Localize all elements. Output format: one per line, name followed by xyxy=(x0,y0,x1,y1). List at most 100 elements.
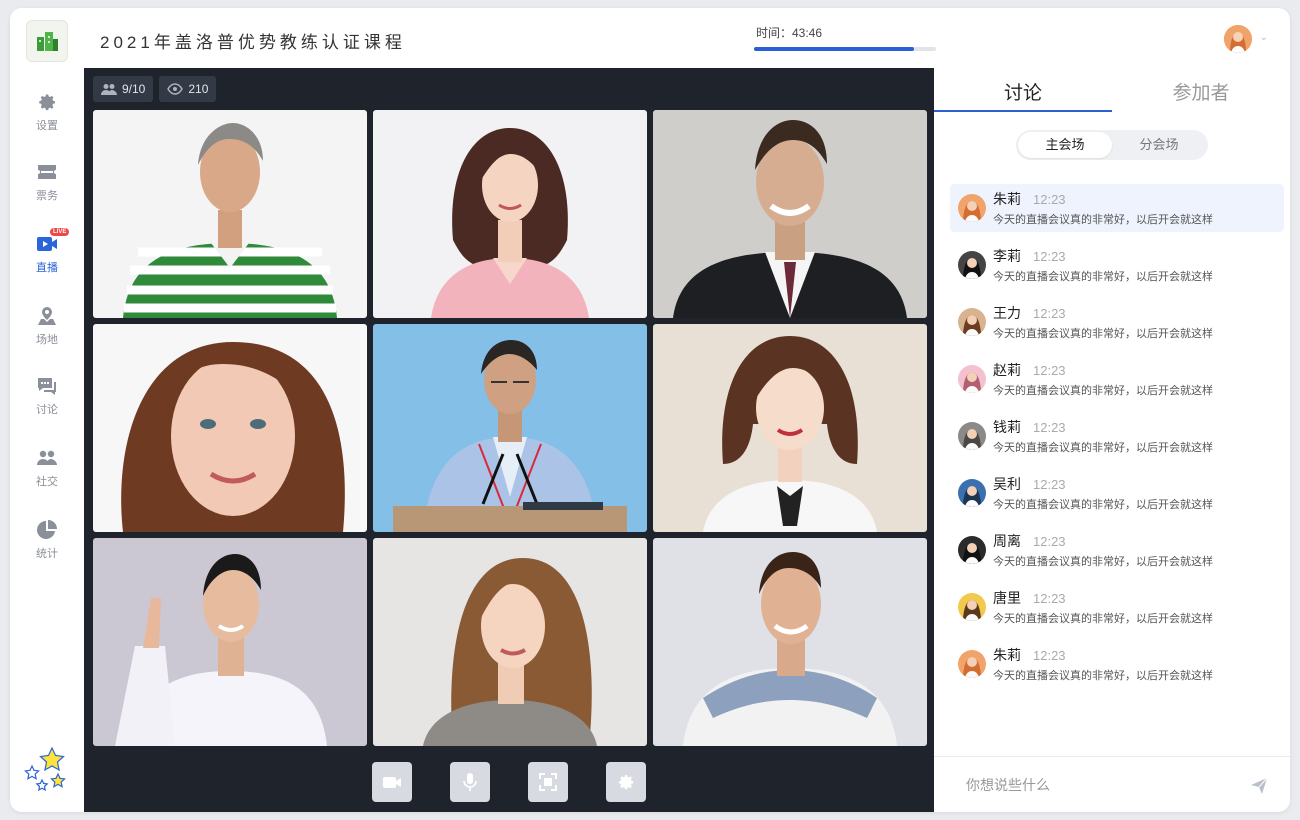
avatar xyxy=(958,194,986,222)
avatar-image xyxy=(1224,25,1252,53)
message-input[interactable] xyxy=(966,776,1226,793)
discussion-panel: 讨论 参加者 主会场 分会场 朱莉 12:23 今天的直播会议真的非常好，以后开会就… xyxy=(934,68,1290,812)
sidebar-item-label: 设置 xyxy=(36,120,58,132)
camera-icon xyxy=(383,777,401,788)
message-time: 12:23 xyxy=(1033,306,1066,321)
session-timer: 时间：43:46 xyxy=(754,24,936,51)
tab-participants[interactable]: 参加者 xyxy=(1112,68,1290,112)
sidebar-item-stats[interactable]: 统计 xyxy=(10,518,84,574)
app-window: 设置 票务 LIVE 直播 场地 讨论 社交 统计 2021年盖洛普优势教练认证… xyxy=(10,8,1290,812)
avatar xyxy=(958,422,986,450)
microphone-button[interactable] xyxy=(450,762,490,802)
message-text: 今天的直播会议真的非常好，以后开会就这样 xyxy=(993,613,1213,625)
message-author: 唐里 xyxy=(993,590,1021,606)
panel-tabs: 讨论 参加者 xyxy=(934,68,1290,112)
video-tile[interactable] xyxy=(93,110,367,318)
sidebar-item-settings[interactable]: 设置 xyxy=(10,90,84,146)
participant-video xyxy=(373,324,647,532)
participant-video xyxy=(653,324,927,532)
video-tile[interactable] xyxy=(93,324,367,532)
sidebar-item-tickets[interactable]: 票务 xyxy=(10,160,84,216)
participant-video xyxy=(93,324,367,532)
fullscreen-icon xyxy=(539,773,557,791)
video-tile[interactable] xyxy=(653,538,927,746)
message-item[interactable]: 吴利 12:23 今天的直播会议真的非常好，以后开会就这样 xyxy=(950,469,1284,517)
message-item[interactable]: 王力 12:23 今天的直播会议真的非常好，以后开会就这样 xyxy=(950,298,1284,346)
participant-video xyxy=(653,538,927,746)
camera-button[interactable] xyxy=(372,762,412,802)
sidebar-item-discussion[interactable]: 讨论 xyxy=(10,374,84,430)
chevron-down-icon[interactable]: ⌄ xyxy=(1260,32,1268,43)
sidebar-item-label: 票务 xyxy=(36,190,58,202)
participant-video xyxy=(653,110,927,318)
message-text: 今天的直播会议真的非常好，以后开会就这样 xyxy=(993,670,1213,682)
fullscreen-button[interactable] xyxy=(528,762,568,802)
video-tile[interactable] xyxy=(373,538,647,746)
message-time: 12:23 xyxy=(1033,591,1066,606)
segment-sub-venue[interactable]: 分会场 xyxy=(1112,132,1206,158)
message-text: 今天的直播会议真的非常好，以后开会就这样 xyxy=(993,385,1213,397)
message-item[interactable]: 唐里 12:23 今天的直播会议真的非常好，以后开会就这样 xyxy=(950,583,1284,631)
video-tile[interactable] xyxy=(373,110,647,318)
sidebar-item-live[interactable]: LIVE 直播 xyxy=(10,228,84,288)
app-logo[interactable] xyxy=(26,20,68,62)
video-tile[interactable] xyxy=(653,110,927,318)
avatar xyxy=(958,536,986,564)
message-text: 今天的直播会议真的非常好，以后开会就这样 xyxy=(993,442,1213,454)
message-time: 12:23 xyxy=(1033,249,1066,264)
participants-stat: 9/10 xyxy=(93,76,154,102)
message-text: 今天的直播会议真的非常好，以后开会就这样 xyxy=(993,556,1213,568)
message-author: 朱莉 xyxy=(993,191,1021,207)
sidebar-item-label: 直播 xyxy=(36,262,58,274)
participant-video xyxy=(373,110,647,318)
video-tile[interactable] xyxy=(93,538,367,746)
eye-icon xyxy=(167,83,184,95)
video-stage: 9/10 210 xyxy=(84,68,934,812)
ticket-icon xyxy=(38,165,56,179)
message-author: 周离 xyxy=(993,533,1021,549)
message-time: 12:23 xyxy=(1033,648,1066,663)
message-text: 今天的直播会议真的非常好，以后开会就这样 xyxy=(993,214,1213,226)
message-item[interactable]: 赵莉 12:23 今天的直播会议真的非常好，以后开会就这样 xyxy=(950,355,1284,403)
participant-video xyxy=(93,110,367,318)
avatar xyxy=(958,365,986,393)
location-icon xyxy=(38,307,56,325)
message-item[interactable]: 朱莉 12:23 今天的直播会议真的非常好，以后开会就这样 xyxy=(950,640,1284,688)
message-item[interactable]: 钱莉 12:23 今天的直播会议真的非常好，以后开会就这样 xyxy=(950,412,1284,460)
message-time: 12:23 xyxy=(1033,477,1066,492)
sidebar-item-label: 社交 xyxy=(36,476,58,488)
message-time: 12:23 xyxy=(1033,534,1066,549)
message-text: 今天的直播会议真的非常好，以后开会就这样 xyxy=(993,328,1213,340)
timer-label: 时间：43:46 xyxy=(756,26,823,40)
participants-count: 9/10 xyxy=(122,82,146,96)
message-author: 李莉 xyxy=(993,248,1021,264)
video-tile[interactable] xyxy=(653,324,927,532)
message-item[interactable]: 朱莉 12:23 今天的直播会议真的非常好，以后开会就这样 xyxy=(950,184,1284,232)
sidebar-item-label: 统计 xyxy=(36,548,58,560)
header: 2021年盖洛普优势教练认证课程 时间：43:46 ⌄ xyxy=(84,8,1290,68)
message-item[interactable]: 李莉 12:23 今天的直播会议真的非常好，以后开会就这样 xyxy=(950,241,1284,289)
message-item[interactable]: 周离 12:23 今天的直播会议真的非常好，以后开会就这样 xyxy=(950,526,1284,574)
sidebar: 设置 票务 LIVE 直播 场地 讨论 社交 统计 xyxy=(10,8,84,812)
people-icon xyxy=(101,84,117,95)
call-controls xyxy=(84,762,934,802)
send-icon[interactable] xyxy=(1250,777,1268,795)
sidebar-item-venue[interactable]: 场地 xyxy=(10,304,84,360)
avatar xyxy=(958,479,986,507)
message-text: 今天的直播会议真的非常好，以后开会就这样 xyxy=(993,271,1213,283)
tab-discussion[interactable]: 讨论 xyxy=(934,68,1112,112)
message-author: 朱莉 xyxy=(993,647,1021,663)
message-time: 12:23 xyxy=(1033,420,1066,435)
settings-button[interactable] xyxy=(606,762,646,802)
sidebar-item-social[interactable]: 社交 xyxy=(10,446,84,502)
user-avatar[interactable] xyxy=(1224,25,1252,53)
participant-video xyxy=(93,538,367,746)
message-list: 朱莉 12:23 今天的直播会议真的非常好，以后开会就这样 李莉 12:23 今天的直播会… xyxy=(950,184,1284,697)
message-author: 钱莉 xyxy=(993,419,1021,435)
segment-main-venue[interactable]: 主会场 xyxy=(1018,132,1112,158)
microphone-icon xyxy=(463,773,477,791)
page-title: 2021年盖洛普优势教练认证课程 xyxy=(100,33,406,52)
message-composer xyxy=(934,756,1290,812)
video-tile[interactable] xyxy=(373,324,647,532)
participant-video xyxy=(373,538,647,746)
